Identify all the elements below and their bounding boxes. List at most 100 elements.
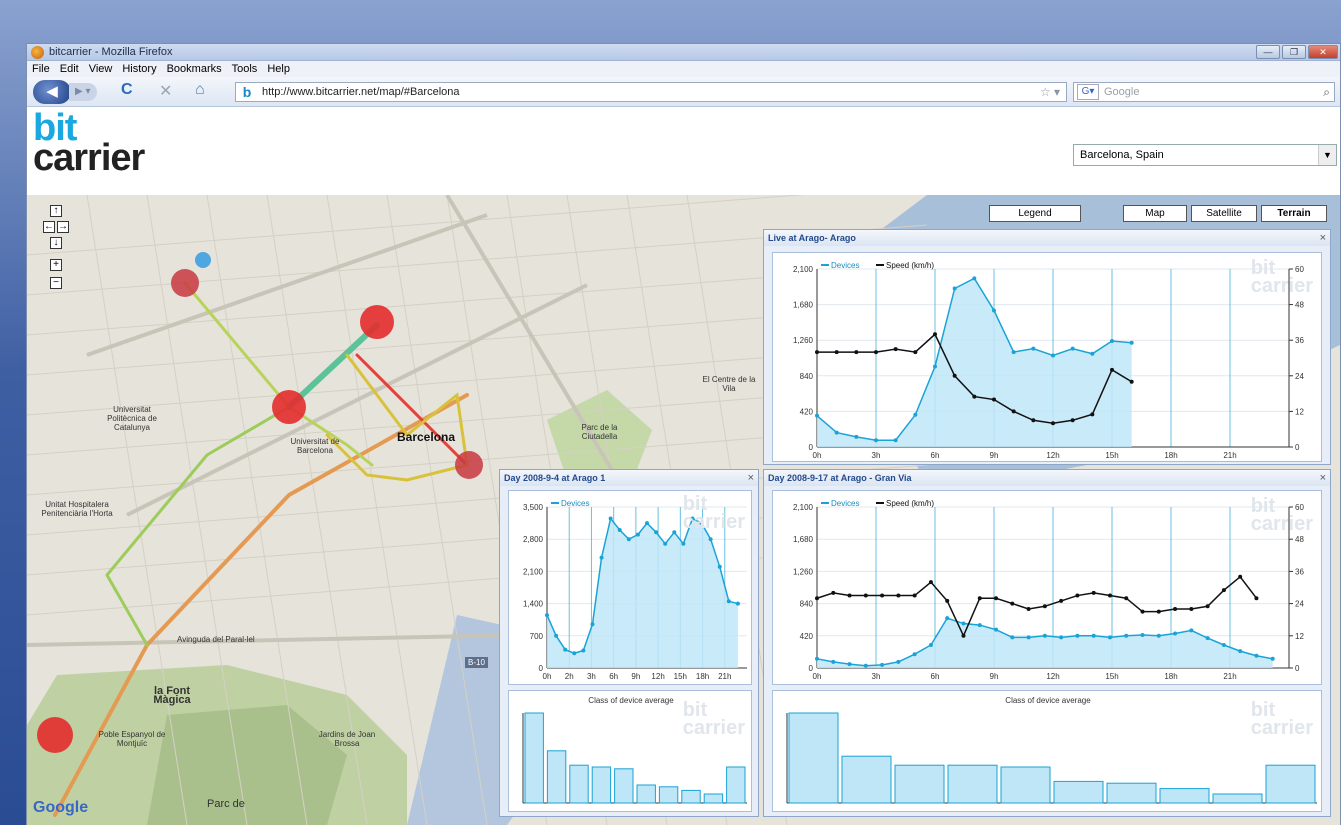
stop-icon[interactable]: ✕	[159, 81, 172, 101]
close-icon[interactable]: ×	[1320, 470, 1326, 486]
y2-tick-label: 24	[1295, 600, 1304, 609]
legend-button[interactable]: Legend	[989, 205, 1081, 222]
data-point	[1205, 636, 1210, 641]
data-point	[681, 541, 686, 546]
data-point	[972, 394, 977, 399]
window-title: bitcarrier - Mozilla Firefox	[49, 46, 173, 58]
pan-left-icon[interactable]: ←	[43, 221, 55, 233]
y-tick-label: 1,260	[793, 336, 814, 345]
bar	[614, 768, 634, 804]
data-point	[847, 593, 852, 598]
site-favicon-icon: b	[242, 84, 252, 100]
menu-help[interactable]: Help	[267, 61, 290, 77]
data-point	[726, 599, 731, 604]
data-point	[831, 659, 836, 664]
data-point	[735, 601, 740, 606]
x-tick-label: 18h	[1164, 672, 1177, 681]
live-line-chart: 04208401,2601,6802,100012243648600h 3h 6h 9…	[793, 261, 1304, 460]
bar	[703, 793, 724, 804]
search-input[interactable]: G▾ Google ⌕	[1073, 82, 1335, 102]
menu-tools[interactable]: Tools	[232, 61, 258, 77]
map-label-jardins: Jardins de Joan Brossa	[318, 730, 376, 748]
data-point	[1129, 379, 1134, 384]
y-tick-label: 700	[530, 632, 544, 641]
data-point	[1031, 418, 1036, 423]
data-point	[1173, 631, 1178, 636]
menu-view[interactable]: View	[89, 61, 113, 77]
y2-tick-label: 0	[1295, 443, 1300, 452]
data-point	[1091, 633, 1096, 638]
data-point	[1205, 604, 1210, 609]
pan-up-icon[interactable]: ↑	[50, 205, 62, 217]
close-icon[interactable]: ×	[748, 470, 754, 486]
magnifier-icon[interactable]: ⌕	[1323, 83, 1330, 101]
forward-arrow-icon[interactable]: ▶ ▾	[69, 83, 97, 101]
menu-history[interactable]: History	[122, 61, 156, 77]
legend-label: Devices	[831, 261, 859, 270]
back-arrow-icon[interactable]: ◀	[33, 80, 71, 104]
bookmark-star-icon[interactable]: ☆ ▾	[1040, 83, 1060, 101]
bar	[681, 789, 701, 804]
home-icon[interactable]: ⌂	[195, 81, 205, 99]
chevron-down-icon[interactable]: ▼	[1318, 145, 1336, 165]
map-label-paral: Avinguda del Paral·lel	[177, 635, 255, 644]
x-tick-label: 9h	[631, 672, 640, 681]
search-engine-icon[interactable]: G▾	[1077, 84, 1099, 100]
menu-bar: File Edit View History Bookmarks Tools H…	[27, 61, 1340, 77]
watermark-logo: bit carrier	[1250, 699, 1313, 739]
data-point	[1238, 574, 1243, 579]
zoom-in-icon[interactable]: +	[50, 259, 62, 271]
reload-icon[interactable]: C	[121, 81, 133, 99]
data-point	[977, 596, 982, 601]
panel-day2-title: Day 2008-9-17 at Arago - Gran Via	[768, 473, 912, 483]
data-point	[912, 593, 917, 598]
series-line-speedkmh	[816, 575, 1258, 638]
panel-day2-chart-area: bit carrier 0 420 840 1,260 1,680 2,100 0 12 24 36…	[772, 490, 1322, 685]
menu-edit[interactable]: Edit	[60, 61, 79, 77]
panel-day1-chart-area: bit carrier 0 700 1,400 2,100 2,800 3,500 0h 2h 3…	[508, 490, 752, 685]
data-point	[663, 541, 668, 546]
x-tick-label: 0h	[813, 451, 822, 460]
menu-bookmarks[interactable]: Bookmarks	[167, 61, 222, 77]
maximize-button[interactable]: ❐	[1282, 45, 1306, 59]
y2-tick-label: 36	[1295, 567, 1304, 576]
panel-day1-header: Day 2008-9-4 at Arago 1 ×	[500, 470, 758, 486]
data-point	[893, 347, 898, 352]
x-tick-label: 15h	[1105, 451, 1118, 460]
y-tick-label: 1,260	[793, 567, 814, 576]
series-area-devices	[817, 278, 1132, 447]
data-point	[1110, 339, 1114, 344]
pan-right-icon[interactable]: →	[57, 221, 69, 233]
location-select[interactable]: Barcelona, Spain ▼	[1073, 144, 1337, 166]
legend-label: Speed (km/h)	[886, 261, 934, 270]
page-content: bit carrier Barcelona, Spain ▼ ↑ ← → ↓ +…	[27, 107, 1340, 825]
menu-file[interactable]: File	[32, 61, 50, 77]
data-point	[933, 364, 937, 369]
data-point	[863, 663, 868, 668]
terrain-view-button[interactable]: Terrain	[1261, 205, 1327, 222]
data-point	[831, 590, 836, 595]
data-point	[1107, 593, 1112, 598]
pan-down-icon[interactable]: ↓	[50, 237, 62, 249]
x-tick-label: 21h	[1223, 672, 1236, 681]
minimize-button[interactable]: —	[1256, 45, 1280, 59]
close-button[interactable]: ✕	[1308, 45, 1338, 59]
data-point	[913, 350, 918, 355]
url-bar[interactable]: b http://www.bitcarrier.net/map/#Barcelo…	[235, 82, 1067, 102]
data-point	[554, 633, 559, 638]
zoom-out-icon[interactable]: −	[50, 277, 62, 289]
data-point	[945, 616, 950, 621]
data-point	[1090, 412, 1095, 417]
map-label-uni-barcelona: Universitat de Barcelona	[290, 437, 340, 455]
data-point	[1090, 351, 1095, 356]
traffic-map[interactable]: ↑ ← → ↓ + − Barcelona Universitat Politè…	[27, 195, 1340, 825]
location-value: Barcelona, Spain	[1080, 149, 1164, 161]
satellite-view-button[interactable]: Satellite	[1191, 205, 1257, 222]
data-point	[1270, 656, 1275, 661]
map-view-button[interactable]: Map	[1123, 205, 1187, 222]
data-point	[834, 350, 839, 355]
data-point	[834, 430, 839, 435]
data-point	[617, 528, 622, 532]
close-icon[interactable]: ×	[1320, 230, 1326, 246]
firefox-icon	[31, 46, 44, 59]
